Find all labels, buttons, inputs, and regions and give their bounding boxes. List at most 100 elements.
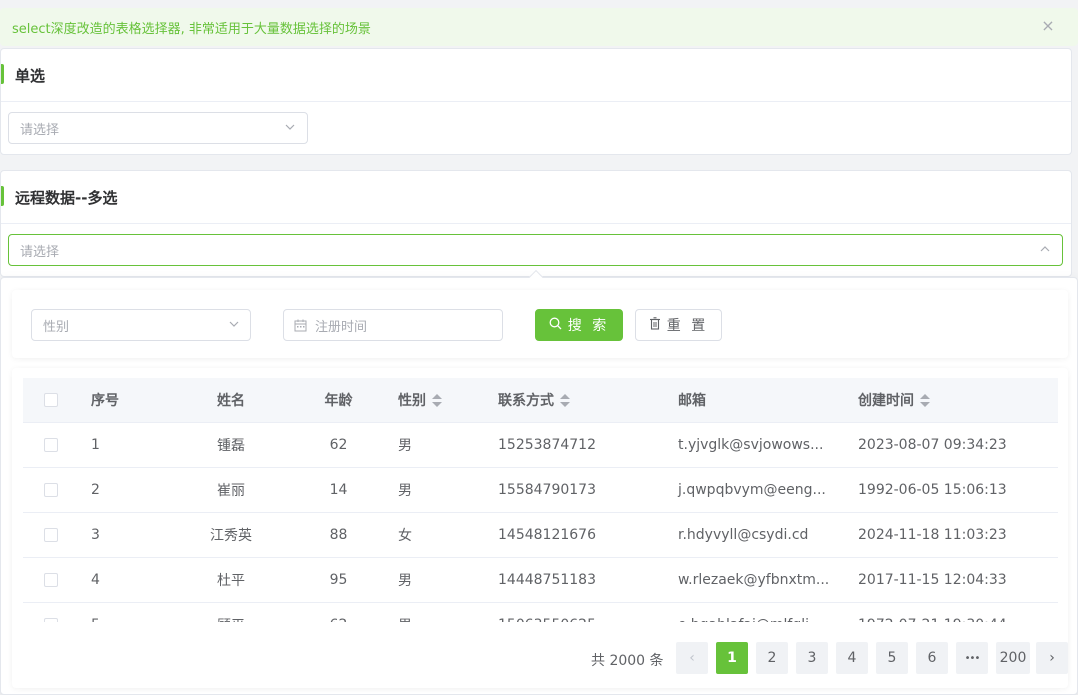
table-row[interactable]: 2 崔丽 14 男 15584790173 j.qwpqbvym@eeng...… [23, 467, 1058, 513]
row-checkbox[interactable] [44, 617, 58, 622]
col-gender[interactable]: 性别 [386, 378, 486, 423]
cell-index: 2 [79, 467, 171, 513]
cell-created: 2024-11-18 11:03:23 [846, 512, 1058, 558]
cell-name: 崔丽 [171, 467, 291, 513]
sort-icon[interactable] [432, 393, 442, 408]
table-row[interactable]: 3 江秀英 88 女 14548121676 r.hdyvyll@csydi.c… [23, 512, 1058, 558]
next-page-button[interactable]: › [1036, 642, 1068, 674]
table-header-row: 序号 姓名 年龄 性别 联系方式 邮箱 创建时间 [23, 378, 1058, 423]
date-placeholder: 注册时间 [315, 319, 368, 335]
col-contact-label: 联系方式 [498, 392, 554, 409]
data-table: 序号 姓名 年龄 性别 联系方式 邮箱 创建时间 1 锺磊 62 男 15253… [23, 378, 1058, 622]
cell-created: 1992-06-05 15:06:13 [846, 467, 1058, 513]
pagination-total: 共 2000 条 [591, 653, 664, 669]
pagination: 共 2000 条 ‹ 1 2 3 4 5 6 ••• 200 › [23, 642, 1068, 676]
single-select[interactable]: 请选择 [8, 112, 308, 144]
trash-icon [649, 316, 661, 334]
info-alert: select深度改造的表格选择器, 非常适用于大量数据选择的场景 × [0, 8, 1078, 46]
col-gender-label: 性别 [398, 392, 426, 409]
cell-contact: 15584790173 [486, 467, 666, 513]
cell-gender: 女 [386, 512, 486, 558]
cell-name: 江秀英 [171, 512, 291, 558]
register-date-picker[interactable]: 注册时间 [283, 309, 503, 341]
search-label: 搜 索 [567, 318, 610, 334]
cell-index: 3 [79, 512, 171, 558]
cell-contact: 15253874712 [486, 422, 666, 468]
col-created-label: 创建时间 [858, 392, 914, 409]
col-email: 邮箱 [666, 378, 846, 423]
reset-button[interactable]: 重 置 [635, 309, 722, 341]
table-row[interactable]: 4 杜平 95 男 14448751183 w.rlezaek@yfbnxtm.… [23, 557, 1058, 603]
multi-select-card: 远程数据--多选 请选择 [0, 170, 1072, 277]
cell-contact: 14548121676 [486, 512, 666, 558]
cell-created: 1972-07-21 19:30:44 [846, 602, 1058, 622]
cell-age: 14 [291, 467, 386, 513]
cell-contact: 14448751183 [486, 557, 666, 603]
reset-label: 重 置 [666, 318, 709, 334]
cell-email: w.rlezaek@yfbnxtm... [666, 557, 846, 603]
cell-email: j.qwpqbvym@eeng... [666, 467, 846, 513]
row-checkbox[interactable] [44, 527, 58, 542]
sort-icon[interactable] [920, 393, 930, 408]
cell-name: 锺磊 [171, 422, 291, 468]
single-select-header: 单选 [1, 49, 1071, 102]
alert-text: select深度改造的表格选择器, 非常适用于大量数据选择的场景 [12, 21, 371, 37]
card-title: 远程数据--多选 [15, 188, 118, 207]
gender-placeholder: 性别 [43, 319, 70, 335]
accent-bar [1, 64, 4, 84]
cell-contact: 15063550625 [486, 602, 666, 622]
sort-icon[interactable] [560, 393, 570, 408]
cell-age: 62 [291, 602, 386, 622]
row-checkbox[interactable] [44, 437, 58, 452]
cell-name: 杜平 [171, 557, 291, 603]
page-button-6[interactable]: 6 [916, 642, 948, 674]
cell-index: 1 [79, 422, 171, 468]
page-button-2[interactable]: 2 [756, 642, 788, 674]
cell-email: t.yjvglk@svjowows... [666, 422, 846, 468]
filter-bar: 性别 注册时间 搜 索 重 置 [12, 290, 1068, 358]
page-button-4[interactable]: 4 [836, 642, 868, 674]
row-checkbox[interactable] [44, 572, 58, 587]
cell-gender: 男 [386, 467, 486, 513]
multi-select-header: 远程数据--多选 [1, 171, 1071, 224]
cell-index: 5 [79, 602, 171, 622]
card-title: 单选 [15, 66, 46, 85]
cell-gender: 男 [386, 557, 486, 603]
col-name: 姓名 [171, 378, 291, 423]
row-checkbox[interactable] [44, 482, 58, 497]
page-button-1[interactable]: 1 [716, 642, 748, 674]
table-select-dropdown: 性别 注册时间 搜 索 重 置 序号 姓名 年龄 性别 联系方式 邮箱 创建时间… [0, 269, 1078, 695]
select-placeholder: 请选择 [20, 244, 60, 260]
cell-gender: 男 [386, 602, 486, 622]
cell-gender: 男 [386, 422, 486, 468]
col-created[interactable]: 创建时间 [846, 378, 1058, 423]
cell-age: 62 [291, 422, 386, 468]
search-button[interactable]: 搜 索 [535, 309, 623, 341]
cell-age: 88 [291, 512, 386, 558]
last-page-button[interactable]: 200 [996, 642, 1030, 674]
cell-created: 2017-11-15 12:04:33 [846, 557, 1058, 603]
multi-select[interactable]: 请选择 [8, 234, 1063, 266]
cell-email: o.bgablafai@mlfgli... [666, 602, 846, 622]
cell-email: r.hdyvyll@csydi.cd [666, 512, 846, 558]
chevron-down-icon [228, 318, 240, 334]
table-row[interactable]: 5 顾平 62 男 15063550625 o.bgablafai@mlfgli… [23, 602, 1058, 622]
close-icon[interactable]: × [1040, 18, 1056, 34]
select-placeholder: 请选择 [20, 122, 60, 138]
cell-index: 4 [79, 557, 171, 603]
select-all-checkbox[interactable] [44, 392, 58, 407]
prev-page-button[interactable]: ‹ [676, 642, 708, 674]
col-contact[interactable]: 联系方式 [486, 378, 666, 423]
cell-age: 95 [291, 557, 386, 603]
cell-name: 顾平 [171, 602, 291, 622]
gender-filter-select[interactable]: 性别 [31, 309, 251, 341]
table-row[interactable]: 1 锺磊 62 男 15253874712 t.yjvglk@svjowows.… [23, 422, 1058, 468]
search-icon [549, 317, 562, 334]
chevron-down-icon [283, 121, 297, 135]
page-button-3[interactable]: 3 [796, 642, 828, 674]
cell-created: 2023-08-07 09:34:23 [846, 422, 1058, 468]
col-index: 序号 [79, 378, 171, 423]
col-age: 年龄 [291, 378, 386, 423]
page-button-5[interactable]: 5 [876, 642, 908, 674]
more-pages-button[interactable]: ••• [956, 642, 988, 674]
